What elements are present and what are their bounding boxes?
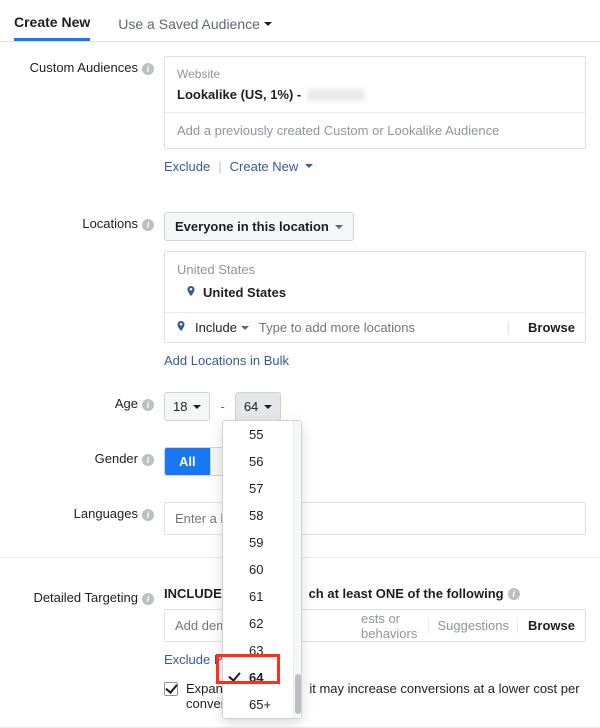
- dropdown-option-56[interactable]: 56: [223, 448, 293, 475]
- locations-field: Everyone in this location United States …: [164, 212, 586, 368]
- languages-label-text: Languages: [74, 506, 138, 521]
- website-label: Website: [177, 67, 573, 81]
- lookalike-name: Lookalike (US, 1%) -: [177, 87, 301, 102]
- location-item-name: United States: [203, 285, 286, 300]
- browse-link[interactable]: Browse: [518, 320, 575, 335]
- expand-checkbox[interactable]: [164, 682, 178, 696]
- age-max-dropdown: 5556575859606162636465+: [222, 420, 302, 719]
- age-row: Age i 18 - 64 5556575859606162636465+: [0, 378, 600, 421]
- info-icon[interactable]: i: [142, 399, 154, 411]
- caret-down-icon: [264, 22, 272, 30]
- tab-saved-audience[interactable]: Use a Saved Audience: [118, 10, 272, 40]
- custom-audiences-field: Website Lookalike (US, 1%) - Add a previ…: [164, 56, 586, 174]
- age-label-text: Age: [115, 396, 138, 411]
- dropdown-option-63[interactable]: 63: [223, 637, 293, 664]
- dropdown-option-60[interactable]: 60: [223, 556, 293, 583]
- age-min-button[interactable]: 18: [164, 392, 210, 421]
- locations-label: Locations i: [14, 212, 164, 368]
- age-dash: -: [220, 399, 224, 414]
- browse-link[interactable]: Browse: [517, 618, 585, 633]
- dropdown-list[interactable]: 5556575859606162636465+: [223, 421, 293, 718]
- info-icon[interactable]: i: [142, 63, 154, 75]
- exclude-link[interactable]: Exclude: [164, 159, 210, 174]
- create-new-link[interactable]: Create New: [230, 159, 313, 174]
- info-icon[interactable]: i: [142, 593, 154, 605]
- pin-icon: [185, 285, 197, 300]
- age-max-button[interactable]: 64: [235, 392, 281, 421]
- locations-box: United States United States Include | Br…: [164, 251, 586, 343]
- detailed-placeholder-suffix: ests or behaviors: [361, 611, 428, 641]
- info-icon[interactable]: i: [142, 509, 154, 521]
- separator: |: [507, 320, 510, 335]
- create-new-link-label: Create New: [230, 159, 299, 174]
- custom-audiences-row: Custom Audiences i Website Lookalike (US…: [0, 42, 600, 174]
- age-field: 18 - 64 5556575859606162636465+: [164, 392, 586, 421]
- caret-down-icon: [193, 405, 201, 413]
- custom-audiences-content: Website Lookalike (US, 1%) -: [165, 57, 585, 112]
- locations-bulk-link-row: Add Locations in Bulk: [164, 353, 586, 368]
- audience-add-input[interactable]: Add a previously created Custom or Looka…: [165, 112, 585, 148]
- dropdown-option-64[interactable]: 64: [223, 664, 293, 691]
- info-icon[interactable]: i: [508, 588, 520, 600]
- custom-audiences-card: Website Lookalike (US, 1%) - Add a previ…: [164, 56, 586, 149]
- info-icon[interactable]: i: [142, 219, 154, 231]
- dropdown-option-57[interactable]: 57: [223, 475, 293, 502]
- include-button[interactable]: Include: [195, 320, 249, 335]
- dropdown-option-61[interactable]: 61: [223, 583, 293, 610]
- tab-create-new[interactable]: Create New: [14, 8, 90, 41]
- audience-tabs: Create New Use a Saved Audience: [0, 0, 600, 42]
- languages-label: Languages i: [14, 502, 164, 535]
- dropdown-option-59[interactable]: 59: [223, 529, 293, 556]
- age-max-value: 64: [244, 399, 258, 414]
- link-separator: |: [218, 159, 221, 174]
- custom-audiences-label: Custom Audiences i: [14, 56, 164, 174]
- suggestions-link[interactable]: Suggestions: [428, 618, 517, 633]
- info-icon[interactable]: i: [142, 454, 154, 466]
- location-scope-label: Everyone in this location: [175, 219, 329, 234]
- gender-label: Gender i: [14, 447, 164, 476]
- caret-down-icon: [335, 225, 343, 233]
- dropdown-option-62[interactable]: 62: [223, 610, 293, 637]
- redacted-block: [307, 89, 365, 101]
- caret-down-icon: [241, 326, 249, 334]
- age-label: Age i: [14, 392, 164, 421]
- include-label: Include: [195, 320, 237, 335]
- detailed-targeting-label-text: Detailed Targeting: [33, 590, 138, 605]
- locations-label-text: Locations: [82, 216, 138, 231]
- gender-all-button[interactable]: All: [165, 448, 210, 475]
- caret-down-icon: [264, 405, 272, 413]
- location-item[interactable]: United States: [165, 279, 585, 312]
- custom-audiences-label-text: Custom Audiences: [30, 60, 138, 75]
- dropdown-option-55[interactable]: 55: [223, 421, 293, 448]
- dropdown-option-58[interactable]: 58: [223, 502, 293, 529]
- location-input[interactable]: [257, 319, 499, 336]
- expand-suffix: it may increase conversions at a lower c…: [309, 681, 579, 696]
- tab-saved-label: Use a Saved Audience: [118, 16, 260, 32]
- custom-audiences-links: Exclude | Create New: [164, 159, 586, 174]
- pin-icon: [175, 320, 187, 335]
- caret-down-icon: [305, 164, 313, 172]
- gender-label-text: Gender: [95, 451, 138, 466]
- add-locations-bulk-link[interactable]: Add Locations in Bulk: [164, 353, 289, 368]
- location-scope-button[interactable]: Everyone in this location: [164, 212, 354, 241]
- dropdown-option-65+[interactable]: 65+: [223, 691, 293, 718]
- include-suffix: ch at least ONE of the following: [309, 586, 504, 601]
- age-min-value: 18: [173, 399, 187, 414]
- age-controls: 18 - 64 5556575859606162636465+: [164, 392, 586, 421]
- locations-footer: Include | Browse: [165, 312, 585, 342]
- detailed-targeting-label: Detailed Targeting i: [14, 586, 164, 711]
- location-group: United States: [165, 252, 585, 279]
- dropdown-scrollbar[interactable]: [293, 421, 301, 718]
- locations-row: Locations i Everyone in this location Un…: [0, 198, 600, 368]
- scrollbar-thumb[interactable]: [295, 674, 301, 714]
